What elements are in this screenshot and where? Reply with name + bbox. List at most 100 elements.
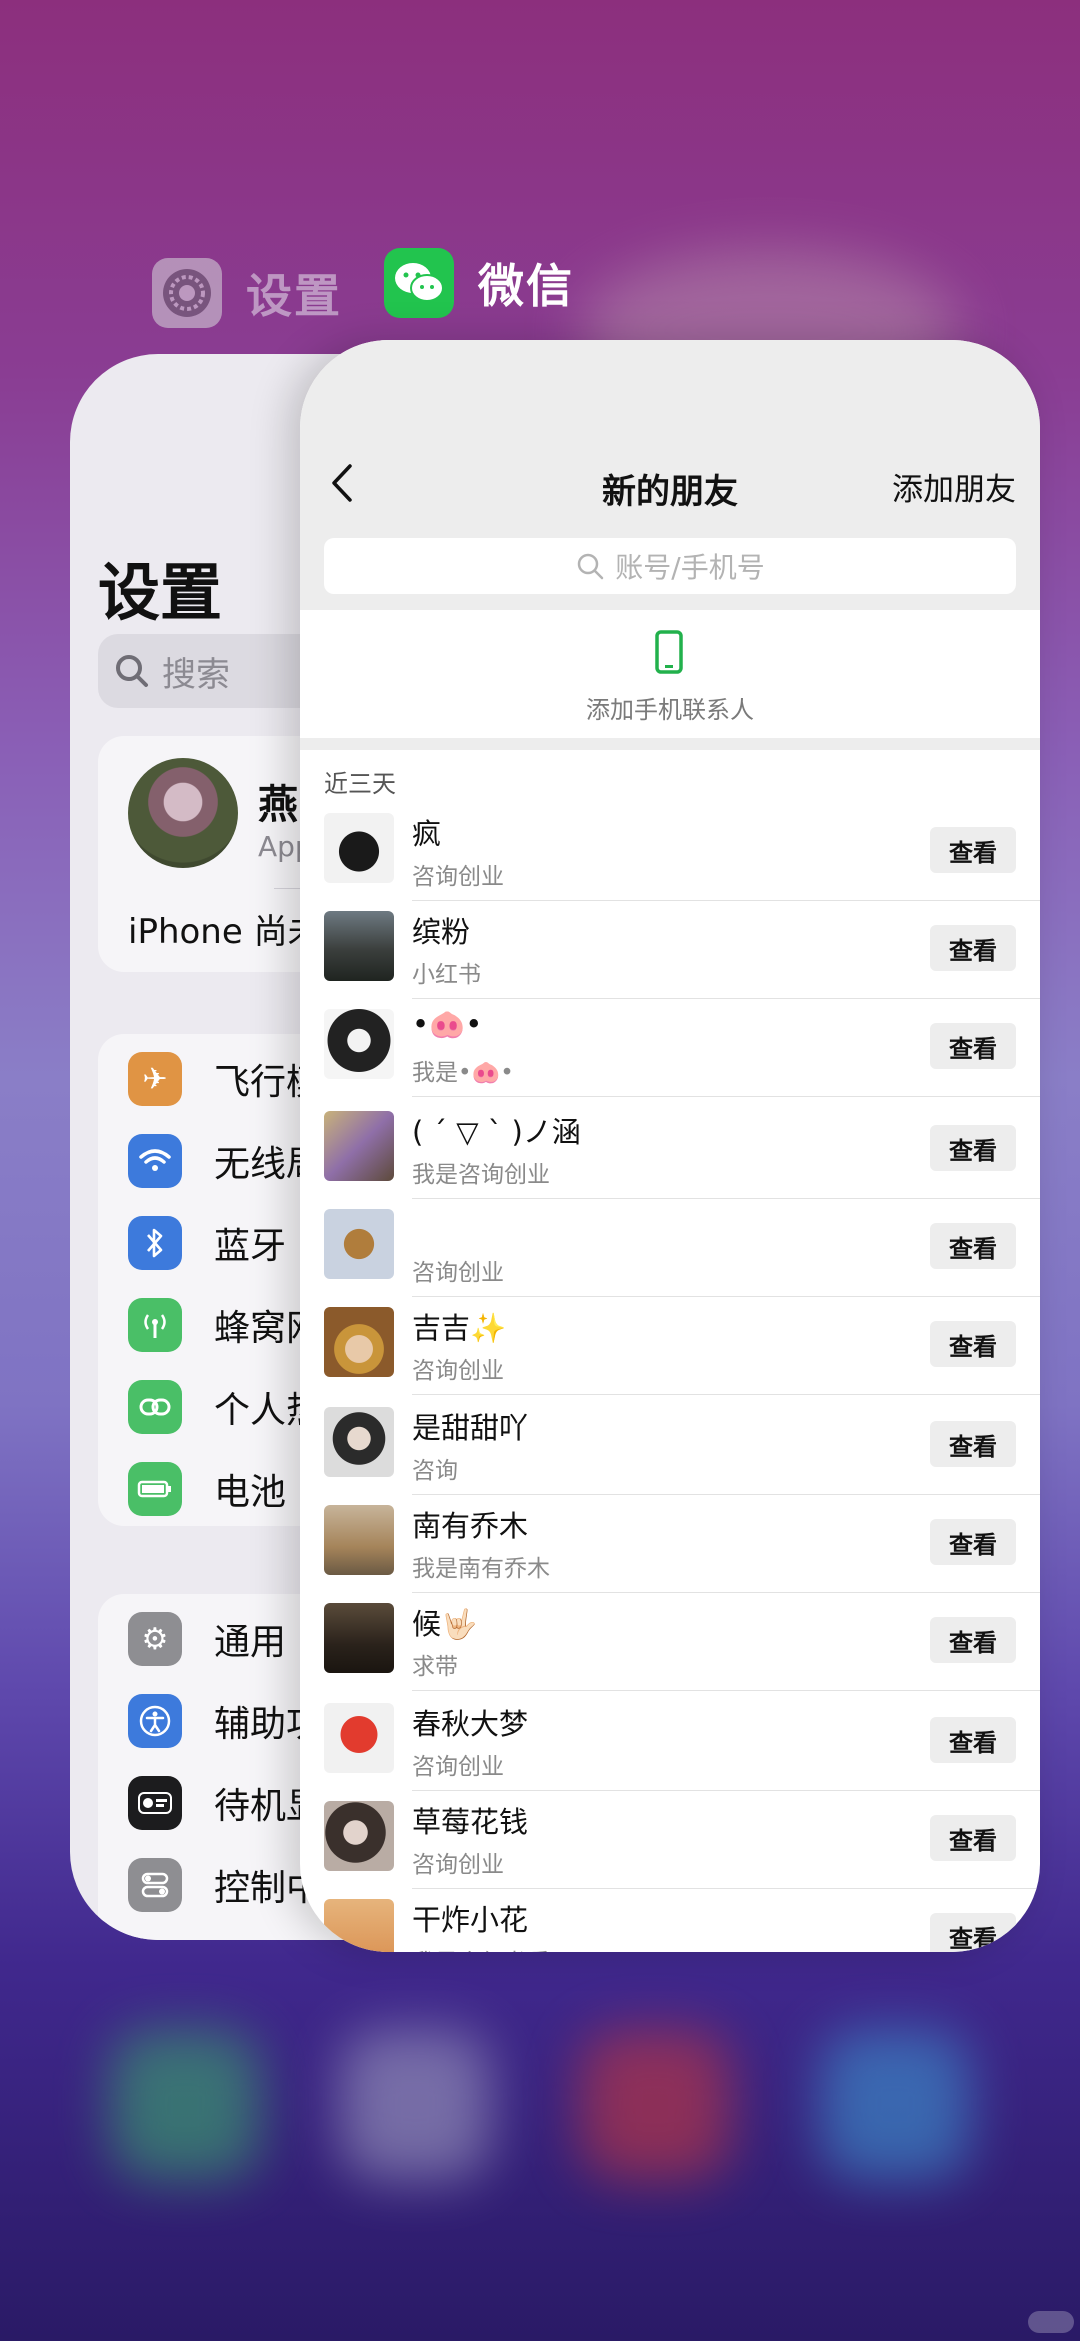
avatar bbox=[324, 1603, 394, 1673]
search-icon bbox=[116, 655, 148, 687]
friend-name: 草莓花钱 bbox=[412, 1805, 529, 1839]
view-button[interactable]: 查看 bbox=[930, 1125, 1016, 1171]
friend-name: 缤粉 bbox=[412, 915, 471, 949]
settings-row-control-center[interactable]: 控制中 bbox=[128, 1858, 322, 1912]
profile-name: 燕 bbox=[258, 782, 298, 828]
settings-row-battery[interactable]: 电池 bbox=[128, 1462, 286, 1516]
avatar bbox=[324, 911, 394, 981]
view-button[interactable]: 查看 bbox=[930, 1321, 1016, 1367]
view-button[interactable]: 查看 bbox=[930, 827, 1016, 873]
airplane-icon: ✈ bbox=[128, 1052, 182, 1106]
view-button[interactable]: 查看 bbox=[930, 1913, 1016, 1952]
view-button[interactable]: 查看 bbox=[930, 925, 1016, 971]
avatar bbox=[324, 1505, 394, 1575]
view-button[interactable]: 查看 bbox=[930, 1815, 1016, 1861]
friend-request-row[interactable]: 咨询创业 查看 bbox=[300, 1199, 1040, 1297]
settings-app-name: 设置 bbox=[246, 269, 342, 323]
wifi-icon bbox=[128, 1134, 182, 1188]
avatar bbox=[324, 1307, 394, 1377]
avatar bbox=[324, 1801, 394, 1871]
search-input[interactable]: 账号/手机号 bbox=[324, 538, 1016, 594]
iphone-setup-note[interactable]: iPhone 尚未 bbox=[128, 904, 322, 953]
dock-icon-blur bbox=[340, 2030, 490, 2180]
settings-row-cellular[interactable]: 蜂窝网 bbox=[128, 1298, 322, 1352]
friend-name: 南有乔木 bbox=[412, 1509, 529, 1543]
wechat-app-label[interactable]: 微信 bbox=[384, 248, 574, 318]
settings-row-airplane[interactable]: ✈ 飞行模 bbox=[128, 1052, 322, 1106]
friend-message: 我是小红书看 bbox=[412, 1943, 550, 1952]
friend-name: 候🤟🏻 bbox=[412, 1607, 478, 1641]
accessibility-icon bbox=[128, 1694, 182, 1748]
friend-request-row[interactable]: 缤粉 小红书 查看 bbox=[300, 901, 1040, 999]
search-placeholder: 账号/手机号 bbox=[615, 551, 765, 584]
watermark-badge bbox=[1028, 2311, 1074, 2333]
friend-message: 小红书 bbox=[412, 962, 481, 988]
avatar bbox=[324, 1407, 394, 1477]
friend-name: 春秋大梦 bbox=[412, 1707, 529, 1741]
battery-icon bbox=[128, 1462, 182, 1516]
avatar bbox=[128, 758, 238, 868]
section-header: 近三天 bbox=[324, 770, 396, 798]
cellular-icon bbox=[128, 1298, 182, 1352]
settings-search-placeholder: 搜索 bbox=[162, 654, 230, 695]
settings-row-accessibility[interactable]: 辅助功 bbox=[128, 1694, 322, 1748]
avatar bbox=[324, 1703, 394, 1773]
view-button[interactable]: 查看 bbox=[930, 1223, 1016, 1269]
settings-row-hotspot[interactable]: 个人热 bbox=[128, 1380, 322, 1434]
friend-request-row[interactable]: 干炸小花 我是小红书看 查看 bbox=[300, 1889, 1040, 1952]
dock-icon-blur bbox=[820, 2030, 970, 2180]
friend-name: 吉吉✨ bbox=[412, 1311, 507, 1345]
friend-request-row[interactable]: 南有乔木 我是南有乔木 查看 bbox=[300, 1495, 1040, 1593]
add-phone-contacts-button[interactable]: 添加手机联系人 bbox=[300, 610, 1040, 738]
add-phone-contacts-label: 添加手机联系人 bbox=[586, 696, 754, 724]
friend-name: 是甜甜吖 bbox=[412, 1411, 529, 1445]
divider bbox=[412, 1394, 1040, 1395]
friend-request-row[interactable]: 吉吉✨ 咨询创业 查看 bbox=[300, 1297, 1040, 1395]
friend-name: •🐽• bbox=[412, 1007, 483, 1041]
friend-message: 咨询创业 bbox=[412, 1358, 504, 1384]
view-button[interactable]: 查看 bbox=[930, 1421, 1016, 1467]
friend-request-row[interactable]: 春秋大梦 咨询创业 查看 bbox=[300, 1693, 1040, 1791]
view-button[interactable]: 查看 bbox=[930, 1519, 1016, 1565]
settings-row-bluetooth[interactable]: 蓝牙 bbox=[128, 1216, 286, 1270]
phone-icon bbox=[655, 630, 683, 674]
wechat-app-name: 微信 bbox=[478, 259, 574, 313]
friend-message: 我是南有乔木 bbox=[412, 1556, 550, 1582]
wechat-app-icon bbox=[384, 248, 454, 318]
bluetooth-icon bbox=[128, 1216, 182, 1270]
settings-row-wifi[interactable]: 无线局 bbox=[128, 1134, 322, 1188]
settings-app-label[interactable]: 设置 bbox=[152, 258, 342, 328]
friend-message: 咨询创业 bbox=[412, 1852, 504, 1878]
friend-message: 我是•🐽• bbox=[412, 1060, 514, 1086]
friend-name: 疯 bbox=[412, 817, 442, 851]
friend-request-row[interactable]: 是甜甜吖 咨询 查看 bbox=[300, 1397, 1040, 1495]
settings-row-label: 通用 bbox=[214, 1622, 287, 1663]
avatar bbox=[324, 1009, 394, 1079]
settings-row-standby[interactable]: 待机显 bbox=[128, 1776, 322, 1830]
friend-request-row[interactable]: 草莓花钱 咨询创业 查看 bbox=[300, 1791, 1040, 1889]
friend-request-row[interactable]: ( ´ ▽ ` )ノ涵 我是咨询创业 查看 bbox=[300, 1101, 1040, 1199]
friend-message: 咨询创业 bbox=[412, 1260, 504, 1286]
avatar bbox=[324, 1899, 394, 1952]
friend-message: 咨询创业 bbox=[412, 864, 504, 890]
divider bbox=[412, 1096, 1040, 1097]
view-button[interactable]: 查看 bbox=[930, 1717, 1016, 1763]
view-button[interactable]: 查看 bbox=[930, 1617, 1016, 1663]
gear-icon: ⚙ bbox=[128, 1612, 182, 1666]
control-center-icon bbox=[128, 1858, 182, 1912]
settings-row-general[interactable]: ⚙ 通用 bbox=[128, 1612, 286, 1666]
search-icon bbox=[578, 553, 604, 580]
dock-icon-blur bbox=[580, 2030, 730, 2180]
dock-icon-blur bbox=[110, 2030, 260, 2180]
settings-row-label: 蓝牙 bbox=[214, 1226, 287, 1267]
friend-message: 我是咨询创业 bbox=[412, 1162, 550, 1188]
wechat-app-card[interactable]: 新的朋友 添加朋友 账号/手机号 添加手机联系人 近三天 疯 咨询创业 查看 缤… bbox=[300, 340, 1040, 1952]
friend-request-row[interactable]: •🐽• 我是•🐽• 查看 bbox=[300, 999, 1040, 1097]
add-friend-button[interactable]: 添加朋友 bbox=[892, 464, 1016, 509]
friend-message: 咨询创业 bbox=[412, 1754, 504, 1780]
avatar bbox=[324, 1111, 394, 1181]
settings-row-label: 电池 bbox=[214, 1472, 287, 1513]
view-button[interactable]: 查看 bbox=[930, 1023, 1016, 1069]
friend-request-row[interactable]: 候🤟🏻 求带 查看 bbox=[300, 1593, 1040, 1691]
friend-request-row[interactable]: 疯 咨询创业 查看 bbox=[300, 803, 1040, 901]
